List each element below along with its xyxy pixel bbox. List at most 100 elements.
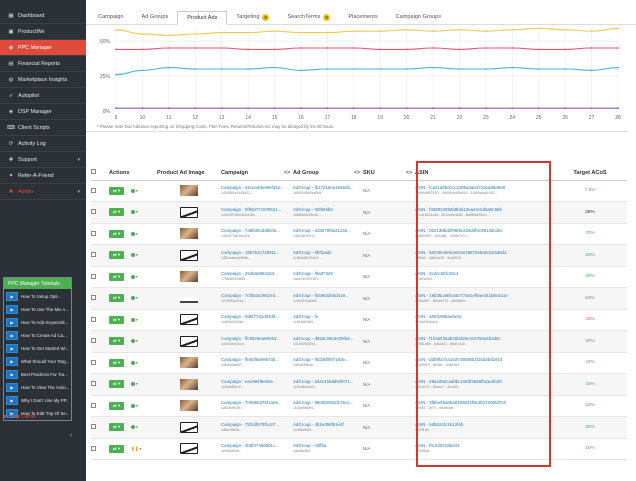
product-image-thumbnail[interactable] <box>180 271 198 283</box>
status-active-icon[interactable] <box>131 210 135 215</box>
tutorial-video-item[interactable]: ▶ How To Use The Mix A... <box>6 303 69 315</box>
sidebar-item-dashboard[interactable]: ▦ Dashboard <box>0 8 86 24</box>
chevron-down-icon[interactable]: ▾ <box>136 404 138 408</box>
sidebar-item-ppc-manager[interactable]: ◉ PPC Manager <box>0 40 86 56</box>
tab-targeting[interactable]: Targeting B <box>227 10 278 24</box>
row-actions-button[interactable]: ⇄ ▾ <box>109 423 124 432</box>
product-image-thumbnail[interactable] <box>180 296 198 303</box>
sidebar-item-support[interactable]: ✚ Support ▾ <box>0 152 86 168</box>
target-acos-cell[interactable]: 15% <box>553 373 627 396</box>
tab-ad-groups[interactable]: Ad Groups <box>133 10 178 24</box>
sidebar-item-autopilot[interactable]: ➶ Autopilot <box>0 88 86 104</box>
status-active-icon[interactable] <box>131 339 135 344</box>
row-checkbox[interactable] <box>91 230 96 236</box>
row-actions-button[interactable]: ⇄ ▾ <box>109 380 124 389</box>
chevron-down-icon[interactable]: ▾ <box>136 425 138 429</box>
row-checkbox[interactable] <box>91 209 96 215</box>
row-checkbox[interactable] <box>91 424 96 430</box>
row-checkbox[interactable] <box>91 316 96 322</box>
tab-searchterms[interactable]: SearchTerms B <box>278 10 339 24</box>
tab-campaign[interactable]: Campaign <box>89 10 133 24</box>
sidebar-item-refer-a-friend[interactable]: ✦ Refer-A-Friend <box>0 168 86 184</box>
product-image-thumbnail[interactable] <box>180 421 198 433</box>
chevron-down-icon[interactable]: ▾ <box>136 361 138 365</box>
tutorial-video-item[interactable]: ▶ How To View The Actio... <box>6 381 69 393</box>
target-acos-cell[interactable]: 20% <box>553 244 627 267</box>
select-all-checkbox[interactable] <box>91 169 96 175</box>
target-acos-cell[interactable]: 30% <box>553 416 627 439</box>
sku-header[interactable]: SKU <> <box>363 166 415 181</box>
sidebar-item-marketplace-insights[interactable]: ◍ Marketplace Insights <box>0 72 86 88</box>
tutorials-title[interactable]: PPC Manager Tutorials <box>4 278 71 289</box>
chevron-down-icon[interactable]: ▾ <box>136 382 138 386</box>
sidebar-item-dsp-manager[interactable]: ◈ DSP Manager <box>0 104 86 120</box>
target-acos-cell[interactable]: 30% <box>553 266 627 288</box>
row-checkbox[interactable] <box>91 338 96 344</box>
product-image-thumbnail[interactable] <box>180 378 198 390</box>
target-acos-cell[interactable]: 33% <box>553 309 627 331</box>
collapse-sidebar-icon[interactable]: ‹ <box>70 432 72 439</box>
product-image-thumbnail[interactable] <box>180 249 198 261</box>
row-checkbox[interactable] <box>91 295 96 301</box>
sidebar-item-activity-log[interactable]: ⟳ Activity Log <box>0 136 86 152</box>
product-image-thumbnail[interactable] <box>180 206 198 218</box>
status-active-icon[interactable] <box>131 231 135 236</box>
row-actions-button[interactable]: ⇄ ▾ <box>109 294 124 303</box>
product-image-thumbnail[interactable] <box>180 228 198 240</box>
chevron-down-icon[interactable]: ▾ <box>136 210 138 214</box>
target-acos-cell[interactable]: 7.5% <box>553 180 627 202</box>
adgroup-link[interactable]: AdGroup - d853c26e3e28fa9... <box>293 336 363 342</box>
target-acos-cell[interactable]: 28% <box>553 201 627 224</box>
status-active-icon[interactable] <box>131 360 135 365</box>
status-active-icon[interactable] <box>131 296 135 301</box>
sidebar-item-productwe[interactable]: ▣ ProductWe <box>0 24 86 40</box>
pause-icon[interactable]: ❚❚ <box>131 446 139 451</box>
product-image-thumbnail[interactable] <box>180 185 198 197</box>
sidebar-item-client-scripts[interactable]: ⌨ Client Scripts <box>0 120 86 136</box>
target-acos-cell[interactable]: 10% <box>553 438 627 460</box>
tutorial-video-item[interactable]: ▶ Best Practices For Tur... <box>6 368 69 380</box>
row-checkbox[interactable] <box>91 402 96 408</box>
tutorial-video-item[interactable]: ▶ What Should Your Targ... <box>6 355 69 367</box>
adgroup-resize-arrows[interactable]: <> <box>354 170 360 176</box>
target-acos-cell[interactable]: 20% <box>553 330 627 353</box>
target-acos-cell[interactable]: 53% <box>553 395 627 417</box>
row-actions-button[interactable]: ⇄ ▾ <box>109 186 124 195</box>
chevron-down-icon[interactable]: ▾ <box>140 447 142 451</box>
row-actions-button[interactable]: ⇄ ▾ <box>109 272 124 281</box>
row-checkbox[interactable] <box>91 187 96 193</box>
status-active-icon[interactable] <box>131 382 135 387</box>
sku-resize-arrows[interactable]: <> <box>406 170 412 176</box>
tab-product-ads[interactable]: Product Ads <box>177 11 228 25</box>
sidebar-item-financial-reports[interactable]: ▤ Financial Reports <box>0 56 86 72</box>
row-actions-button[interactable]: ⇄ ▾ <box>109 337 124 346</box>
chevron-down-icon[interactable]: ▾ <box>136 318 138 322</box>
target-acos-cell[interactable]: 70% <box>553 223 627 245</box>
row-actions-button[interactable]: ⇄ ▾ <box>109 444 124 453</box>
campaign-resize-arrows[interactable]: <> <box>284 170 290 176</box>
campaign-header[interactable]: Campaign <> <box>221 166 293 181</box>
asin-header[interactable]: ASIN <box>415 166 553 181</box>
adgroup-header[interactable]: Ad Group <> <box>293 166 363 181</box>
row-checkbox[interactable] <box>91 445 96 451</box>
row-actions-button[interactable]: ⇄ ▾ <box>109 401 124 410</box>
chevron-down-icon[interactable]: ▾ <box>136 253 138 257</box>
stop-demo-button[interactable]: ■ Stop Demo <box>3 414 36 420</box>
chevron-down-icon[interactable]: ▾ <box>136 232 138 236</box>
tab-placements[interactable]: Placements <box>339 10 386 24</box>
row-actions-button[interactable]: ⇄ ▾ <box>109 208 124 217</box>
tutorial-video-item[interactable]: ▶ How To Add Keywords ... <box>6 316 69 328</box>
target-acos-cell[interactable]: 43% <box>553 352 627 374</box>
row-checkbox[interactable] <box>91 359 96 365</box>
tutorial-video-item[interactable]: ▶ Why I Don't Use My PP... <box>6 394 69 406</box>
tab-campaign-groups[interactable]: Campaign Groups <box>387 10 450 24</box>
chevron-down-icon[interactable]: ▾ <box>136 296 138 300</box>
status-active-icon[interactable] <box>131 403 135 408</box>
row-actions-button[interactable]: ⇄ ▾ <box>109 358 124 367</box>
sidebar-item-admin[interactable]: ✖ Admin ▾ <box>0 184 86 200</box>
status-active-icon[interactable] <box>131 188 135 193</box>
status-active-icon[interactable] <box>131 274 135 279</box>
tutorial-video-item[interactable]: ▶ How To Get Started Wi... <box>6 342 69 354</box>
target-acos-cell[interactable]: 53% <box>553 287 627 310</box>
status-active-icon[interactable] <box>131 253 135 258</box>
